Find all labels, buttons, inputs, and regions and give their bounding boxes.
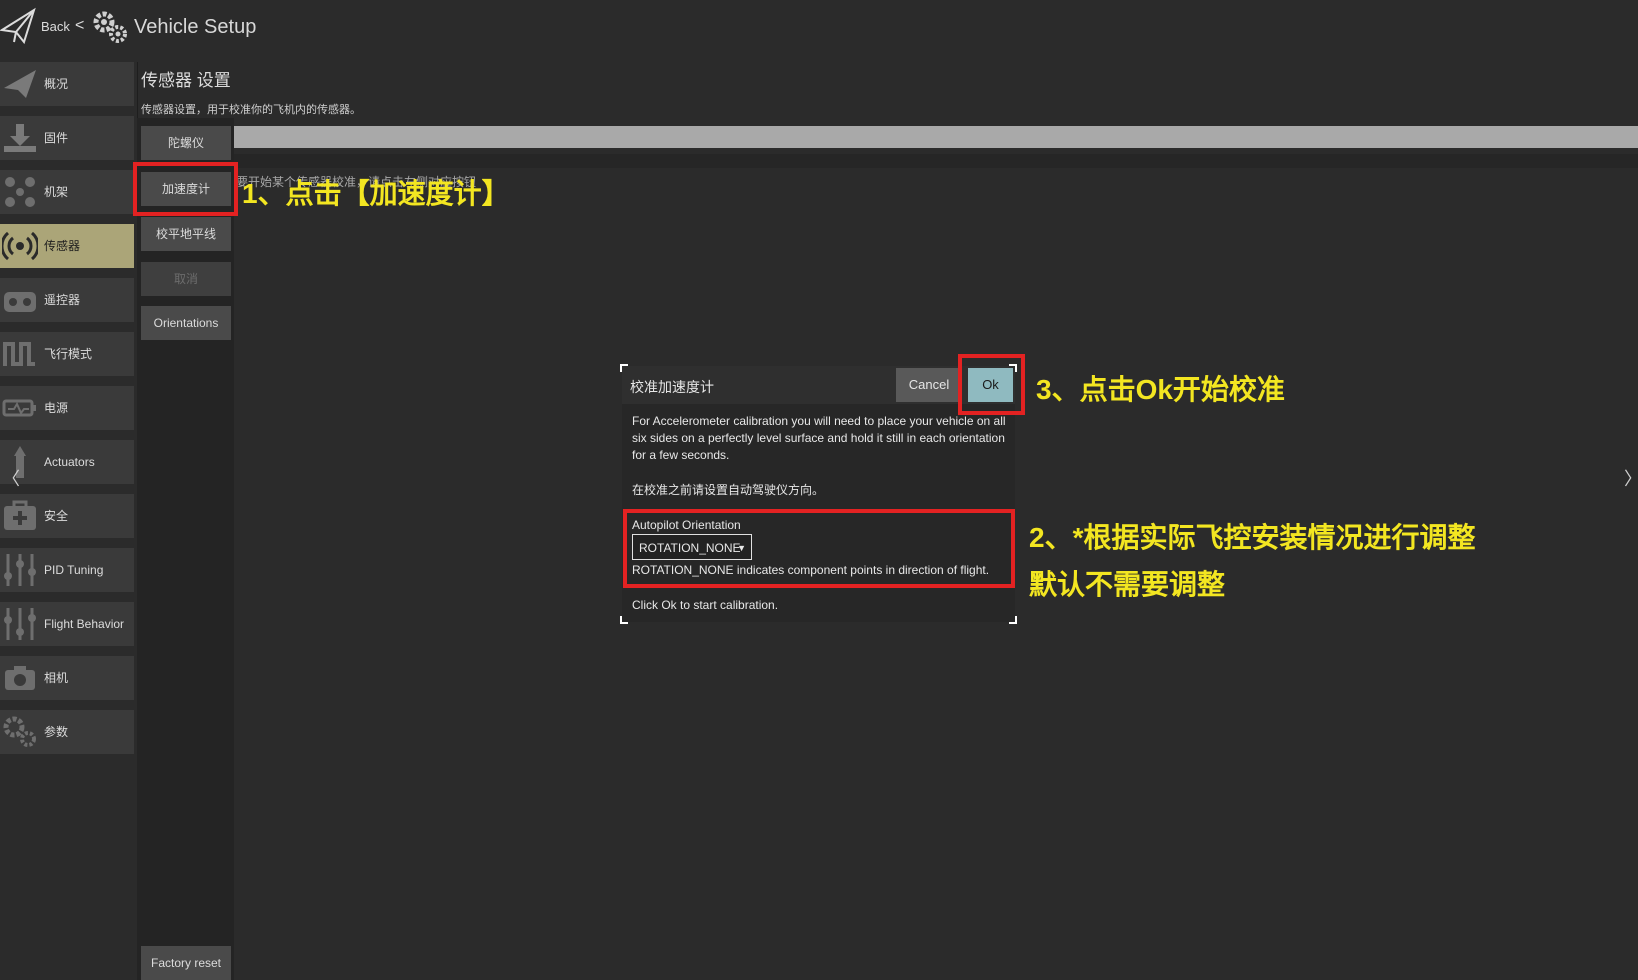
annotation-step1: 1、点击【加速度计】	[242, 178, 510, 209]
sidebar-item-summary[interactable]: 概况	[0, 62, 134, 106]
radio-icon	[4, 292, 36, 312]
flight-mode-icon	[3, 342, 35, 366]
orientations-button[interactable]: Orientations	[141, 306, 231, 340]
annotation-step2: 2、*根据实际飞控安装情况进行调整	[1029, 522, 1476, 553]
back-button[interactable]: Back	[41, 19, 70, 34]
safety-icon	[4, 500, 36, 530]
annotation-step3: 3、点击Ok开始校准	[1036, 374, 1285, 405]
cancel-calibration-button[interactable]: 取消	[141, 262, 231, 296]
level-horizon-button[interactable]: 校平地平线	[141, 217, 231, 251]
page-header-title: Vehicle Setup	[134, 16, 257, 38]
sidebar-item-label: Actuators	[44, 455, 95, 469]
annotation-box-accelerometer	[133, 162, 238, 216]
gear-icon	[93, 11, 127, 43]
page-description: 传感器设置，用于校准你的飞机内的传感器。	[141, 104, 361, 116]
paper-plane-icon[interactable]	[0, 6, 36, 46]
dialog-title: 校准加速度计	[630, 379, 714, 395]
sidebar-item-sensors[interactable]: 传感器	[0, 224, 134, 268]
sidebar-item-flight-modes[interactable]: 飞行模式	[0, 332, 134, 376]
page-title: 传感器 设置	[141, 71, 231, 90]
sidebar-item-label: 遥控器	[44, 293, 81, 307]
chevron-right-icon[interactable]: 〉	[1624, 465, 1638, 491]
dialog-corner	[1009, 616, 1017, 624]
sidebar-item-actuators[interactable]: Actuators	[0, 440, 134, 484]
dialog-footer: Click Ok to start calibration.	[632, 598, 779, 612]
sidebar-item-camera[interactable]: 相机	[0, 656, 134, 700]
dialog-instructions: For Accelerometer calibration you will n…	[632, 414, 1006, 462]
annotation-box-ok	[958, 354, 1025, 415]
airframe-icon	[5, 177, 35, 207]
dialog-cancel-button[interactable]: Cancel	[896, 368, 962, 402]
dialog-header: 校准加速度计 Cancel Ok	[622, 366, 1015, 404]
sidebar-item-label: 飞行模式	[44, 347, 93, 361]
camera-icon	[5, 666, 35, 690]
sidebar-item-label: 传感器	[44, 239, 81, 253]
sidebar-item-power[interactable]: 电源	[0, 386, 134, 430]
sidebar-item-label: Flight Behavior	[44, 617, 125, 631]
gears-icon	[3, 716, 36, 747]
sidebar-item-label: PID Tuning	[44, 563, 104, 577]
sidebar-item-parameters[interactable]: 参数	[0, 710, 134, 754]
gyroscope-button[interactable]: 陀螺仪	[141, 126, 231, 160]
sidebar-item-pid-tuning[interactable]: PID Tuning	[0, 548, 134, 592]
sidebar-item-safety[interactable]: 安全	[0, 494, 134, 538]
download-icon	[4, 124, 36, 152]
sidebar-item-airframe[interactable]: 机架	[0, 170, 134, 214]
dialog-corner	[620, 616, 628, 624]
sidebar-item-label: 电源	[44, 401, 69, 415]
dialog-corner	[620, 364, 628, 372]
chevron-left-icon[interactable]: 〈	[2, 465, 20, 491]
annotation-box-orientation	[623, 509, 1015, 588]
content-strip	[234, 154, 1638, 168]
calibration-progress-bar	[234, 126, 1638, 148]
sidebar-item-radio[interactable]: 遥控器	[0, 278, 134, 322]
power-icon	[2, 399, 36, 417]
factory-reset-button[interactable]: Factory reset	[141, 946, 231, 980]
sidebar-item-label: 安全	[44, 509, 69, 523]
sidebar-item-label: 机架	[44, 185, 69, 199]
sidebar-item-firmware[interactable]: 固件	[0, 116, 134, 160]
dialog-orientation-note: 在校准之前请设置自动驾驶仪方向。	[632, 483, 825, 497]
paper-plane-icon	[4, 70, 36, 98]
annotation-step2-note: 默认不需要调整	[1029, 569, 1226, 600]
sidebar-item-label: 参数	[44, 725, 69, 739]
sliders-icon	[4, 608, 36, 640]
top-header: Back < Vehicle Setup	[0, 0, 1638, 56]
breadcrumb-separator: <	[75, 17, 85, 34]
sensor-icon	[2, 231, 38, 261]
sidebar-item-label: 固件	[44, 131, 69, 145]
sidebar-item-label: 概况	[44, 77, 69, 91]
sidebar-item-flight-behavior[interactable]: Flight Behavior	[0, 602, 134, 646]
sidebar-item-label: 相机	[44, 671, 69, 685]
sliders-icon	[4, 554, 36, 586]
